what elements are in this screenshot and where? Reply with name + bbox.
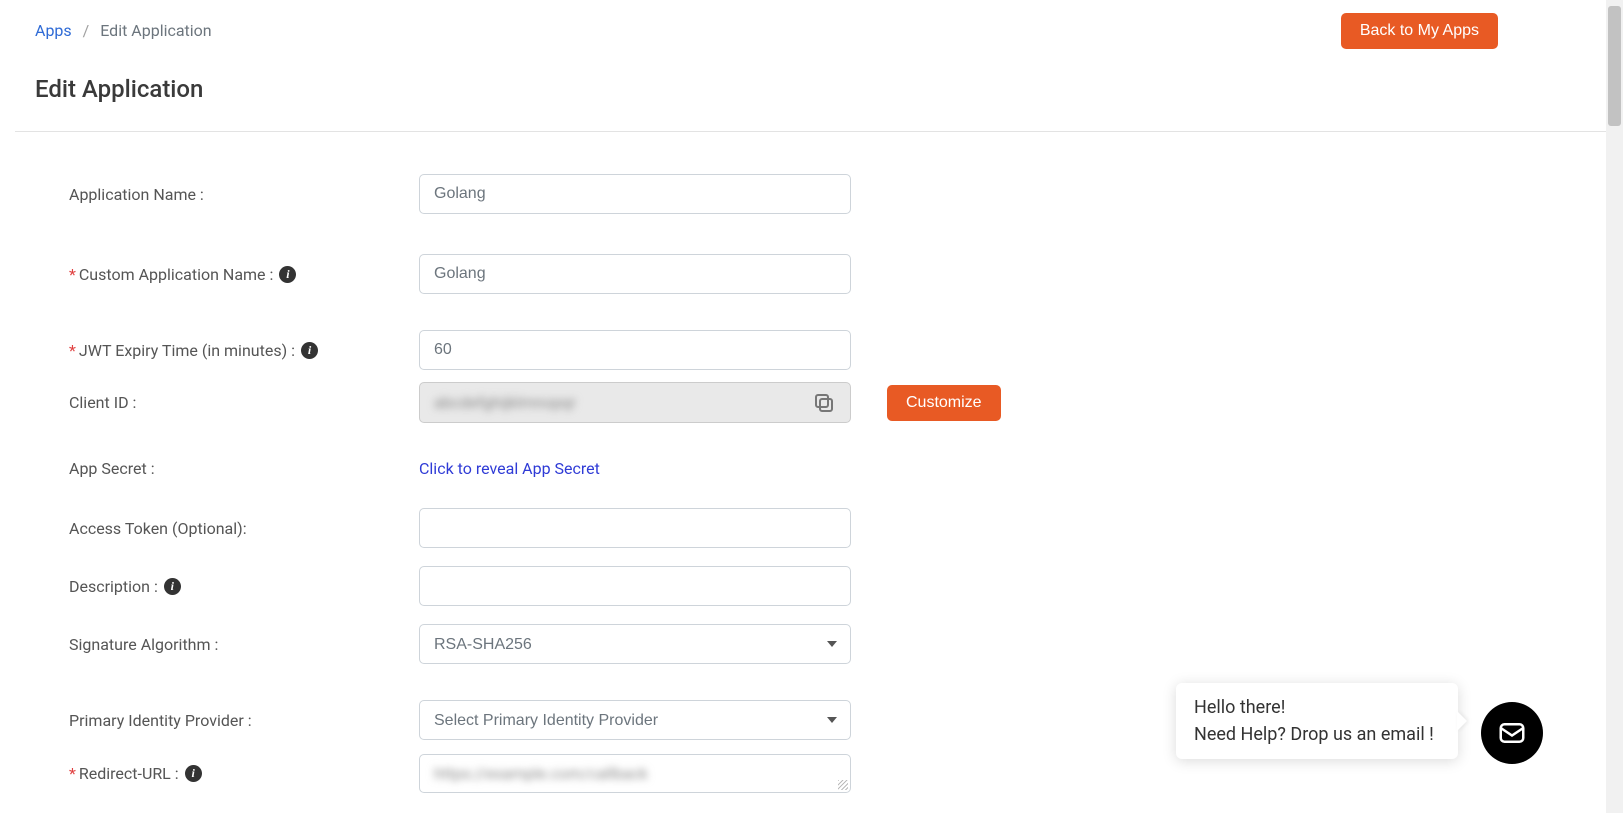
info-icon[interactable]: i [301, 342, 318, 359]
client-id-label: Client ID : [69, 393, 419, 412]
section-divider [15, 131, 1608, 132]
redirect-url-masked-value: https://example.com/callback [434, 764, 648, 783]
info-icon[interactable]: i [279, 266, 296, 283]
access-token-input[interactable] [419, 508, 851, 548]
vertical-scrollbar[interactable] [1606, 0, 1623, 813]
info-icon[interactable]: i [164, 578, 181, 595]
application-name-label: Application Name : [69, 185, 419, 204]
breadcrumb: Apps / Edit Application [35, 13, 212, 40]
required-marker: * [69, 764, 76, 783]
app-secret-label: App Secret : [69, 459, 419, 478]
scrollbar-thumb[interactable] [1608, 6, 1621, 126]
access-token-label: Access Token (Optional): [69, 519, 419, 538]
custom-application-name-label: Custom Application Name : [79, 265, 274, 284]
reveal-app-secret-link[interactable]: Click to reveal App Secret [419, 459, 600, 478]
breadcrumb-separator: / [83, 21, 90, 40]
breadcrumb-apps-link[interactable]: Apps [35, 21, 72, 40]
resize-handle-icon[interactable] [838, 780, 848, 790]
mail-icon [1497, 718, 1527, 748]
help-tooltip-line2: Need Help? Drop us an email ! [1194, 724, 1440, 745]
primary-identity-provider-label: Primary Identity Provider : [69, 711, 419, 730]
jwt-expiry-label: JWT Expiry Time (in minutes) : [79, 341, 295, 360]
signature-algorithm-label: Signature Algorithm : [69, 635, 419, 654]
copy-icon[interactable] [812, 391, 836, 415]
tooltip-arrow-icon [1457, 711, 1467, 731]
primary-identity-provider-select[interactable]: Select Primary Identity Provider [419, 700, 851, 740]
breadcrumb-current: Edit Application [100, 21, 211, 40]
signature-algorithm-select[interactable]: RSA-SHA256 [419, 624, 851, 664]
help-tooltip-line1: Hello there! [1194, 697, 1440, 718]
custom-application-name-input[interactable] [419, 254, 851, 294]
redirect-url-input[interactable]: https://example.com/callback [419, 754, 851, 793]
info-icon[interactable]: i [185, 765, 202, 782]
description-label: Description : [69, 577, 158, 596]
help-chat-button[interactable] [1481, 702, 1543, 764]
required-marker: * [69, 265, 76, 284]
client-id-masked-value: abcdefghijklmnopqr [434, 393, 812, 412]
back-to-my-apps-button[interactable]: Back to My Apps [1341, 13, 1498, 49]
page-title: Edit Application [35, 75, 1588, 103]
client-id-field: abcdefghijklmnopqr [419, 382, 851, 423]
help-tooltip: Hello there! Need Help? Drop us an email… [1176, 683, 1458, 759]
application-name-input [419, 174, 851, 214]
customize-button[interactable]: Customize [887, 385, 1001, 421]
description-input[interactable] [419, 566, 851, 606]
required-marker: * [69, 341, 76, 360]
redirect-url-label: Redirect-URL : [79, 764, 179, 783]
jwt-expiry-input[interactable] [419, 330, 851, 370]
